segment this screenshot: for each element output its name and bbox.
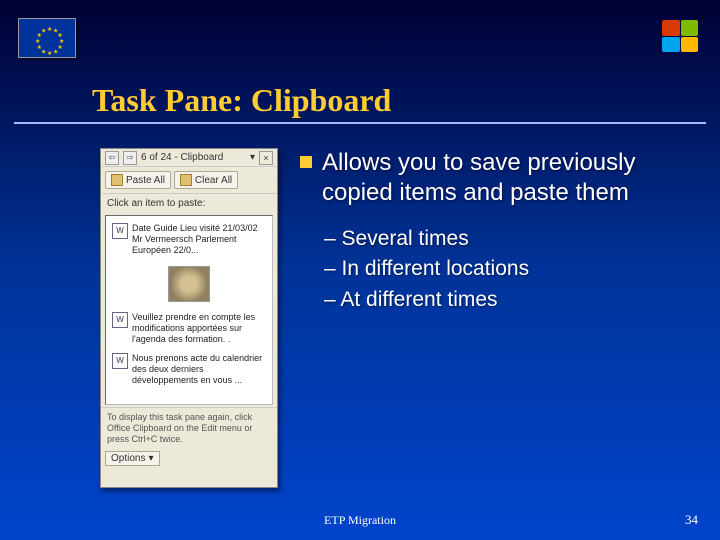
back-button[interactable]: ⇦ <box>105 151 119 165</box>
forward-button[interactable]: ⇨ <box>123 151 137 165</box>
slide-title: Task Pane: Clipboard <box>92 82 391 119</box>
clipboard-clear-icon <box>180 174 192 186</box>
clipboard-item[interactable]: W Veuillez prendre en compte les modific… <box>109 308 269 349</box>
options-button[interactable]: Options ▾ <box>105 451 160 466</box>
title-underline <box>14 122 706 124</box>
page-number: 34 <box>685 512 698 528</box>
clipboard-item[interactable]: W Date Guide Lieu visité 21/03/02 Mr Ver… <box>109 219 269 260</box>
word-doc-icon: W <box>112 353 128 369</box>
sub-point: – At different times <box>324 285 690 315</box>
eu-flag-icon: ★ ★ ★ ★ ★ ★ ★ ★ ★ ★ ★ ★ <box>18 18 76 58</box>
taskpane-toolbar: Paste All Clear All <box>101 167 277 194</box>
clear-all-label: Clear All <box>195 175 232 186</box>
item-text: Date Guide Lieu visité 21/03/02 Mr Verme… <box>132 223 266 256</box>
clipboard-item[interactable]: W Nous prenons acte du calendrier des de… <box>109 349 269 390</box>
main-point-text: Allows you to save previously copied ite… <box>322 148 690 208</box>
click-hint: Click an item to paste: <box>101 194 277 213</box>
sub-point: – Several times <box>324 224 690 254</box>
taskpane-header: ⇦ ⇨ 6 of 24 - Clipboard ▾ × <box>101 149 277 167</box>
clear-all-button[interactable]: Clear All <box>174 171 238 189</box>
image-thumbnail-icon <box>168 266 210 302</box>
sub-point: – In different locations <box>324 254 690 284</box>
footer-text: ETP Migration <box>324 513 396 528</box>
word-doc-icon: W <box>112 312 128 328</box>
clipboard-icon <box>111 174 123 186</box>
sub-bullet-list: – Several times – In different locations… <box>324 224 690 315</box>
slide-content: Allows you to save previously copied ite… <box>300 148 690 315</box>
word-doc-icon: W <box>112 223 128 239</box>
square-bullet-icon <box>300 156 312 168</box>
dropdown-icon[interactable]: ▾ <box>250 152 255 163</box>
options-label: Options <box>111 453 145 464</box>
windows-logo-icon <box>662 20 698 52</box>
main-bullet: Allows you to save previously copied ite… <box>300 148 690 208</box>
close-button[interactable]: × <box>259 151 273 165</box>
paste-all-label: Paste All <box>126 175 165 186</box>
taskpane-title: 6 of 24 - Clipboard <box>141 152 246 163</box>
paste-all-button[interactable]: Paste All <box>105 171 171 189</box>
eu-stars: ★ ★ ★ ★ ★ ★ ★ ★ ★ ★ ★ ★ <box>33 24 61 52</box>
taskpane-tip: To display this task pane again, click O… <box>101 407 277 449</box>
clipboard-items-list: W Date Guide Lieu visité 21/03/02 Mr Ver… <box>105 215 273 405</box>
item-text: Veuillez prendre en compte les modificat… <box>132 312 266 345</box>
item-text: Nous prenons acte du calendrier des deux… <box>132 353 266 386</box>
dropdown-icon: ▾ <box>148 453 153 464</box>
clipboard-taskpane: ⇦ ⇨ 6 of 24 - Clipboard ▾ × Paste All Cl… <box>100 148 278 488</box>
clipboard-item[interactable] <box>109 260 269 308</box>
